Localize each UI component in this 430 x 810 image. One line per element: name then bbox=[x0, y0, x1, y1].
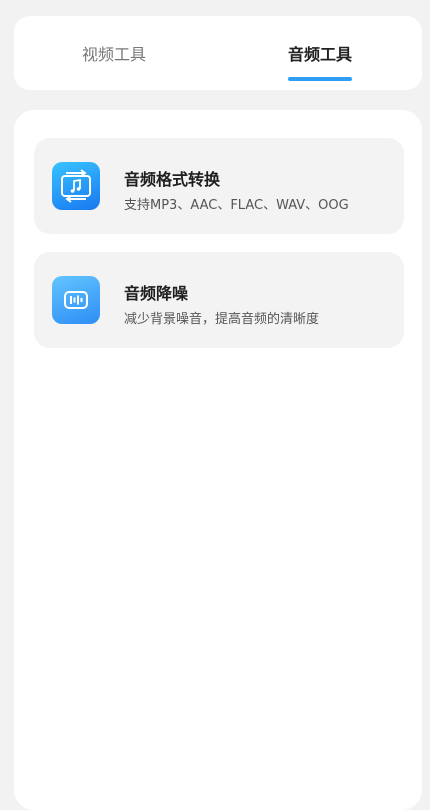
tool-title: 音频格式转换 bbox=[124, 170, 221, 189]
active-tab-indicator bbox=[288, 77, 352, 81]
tool-audio-format-convert[interactable]: 音频格式转换 支持MP3、AAC、FLAC、WAV、OOG bbox=[34, 138, 404, 234]
tool-description: 减少背景噪音，提高音频的清晰度 bbox=[124, 312, 320, 327]
tool-audio-denoise[interactable]: 音频降噪 减少背景噪音，提高音频的清晰度 bbox=[34, 252, 404, 348]
tool-description: 支持MP3、AAC、FLAC、WAV、OOG bbox=[124, 198, 349, 213]
tool-title: 音频降噪 bbox=[124, 284, 189, 303]
audio-convert-icon bbox=[52, 162, 100, 210]
tool-list-panel: 音频格式转换 支持MP3、AAC、FLAC、WAV、OOG 音频降噪 减少背景噪… bbox=[14, 110, 422, 810]
tab-bar: 视频工具 音频工具 bbox=[14, 16, 422, 90]
audio-denoise-icon bbox=[52, 276, 100, 324]
tab-video-tools[interactable]: 视频工具 bbox=[54, 16, 174, 90]
